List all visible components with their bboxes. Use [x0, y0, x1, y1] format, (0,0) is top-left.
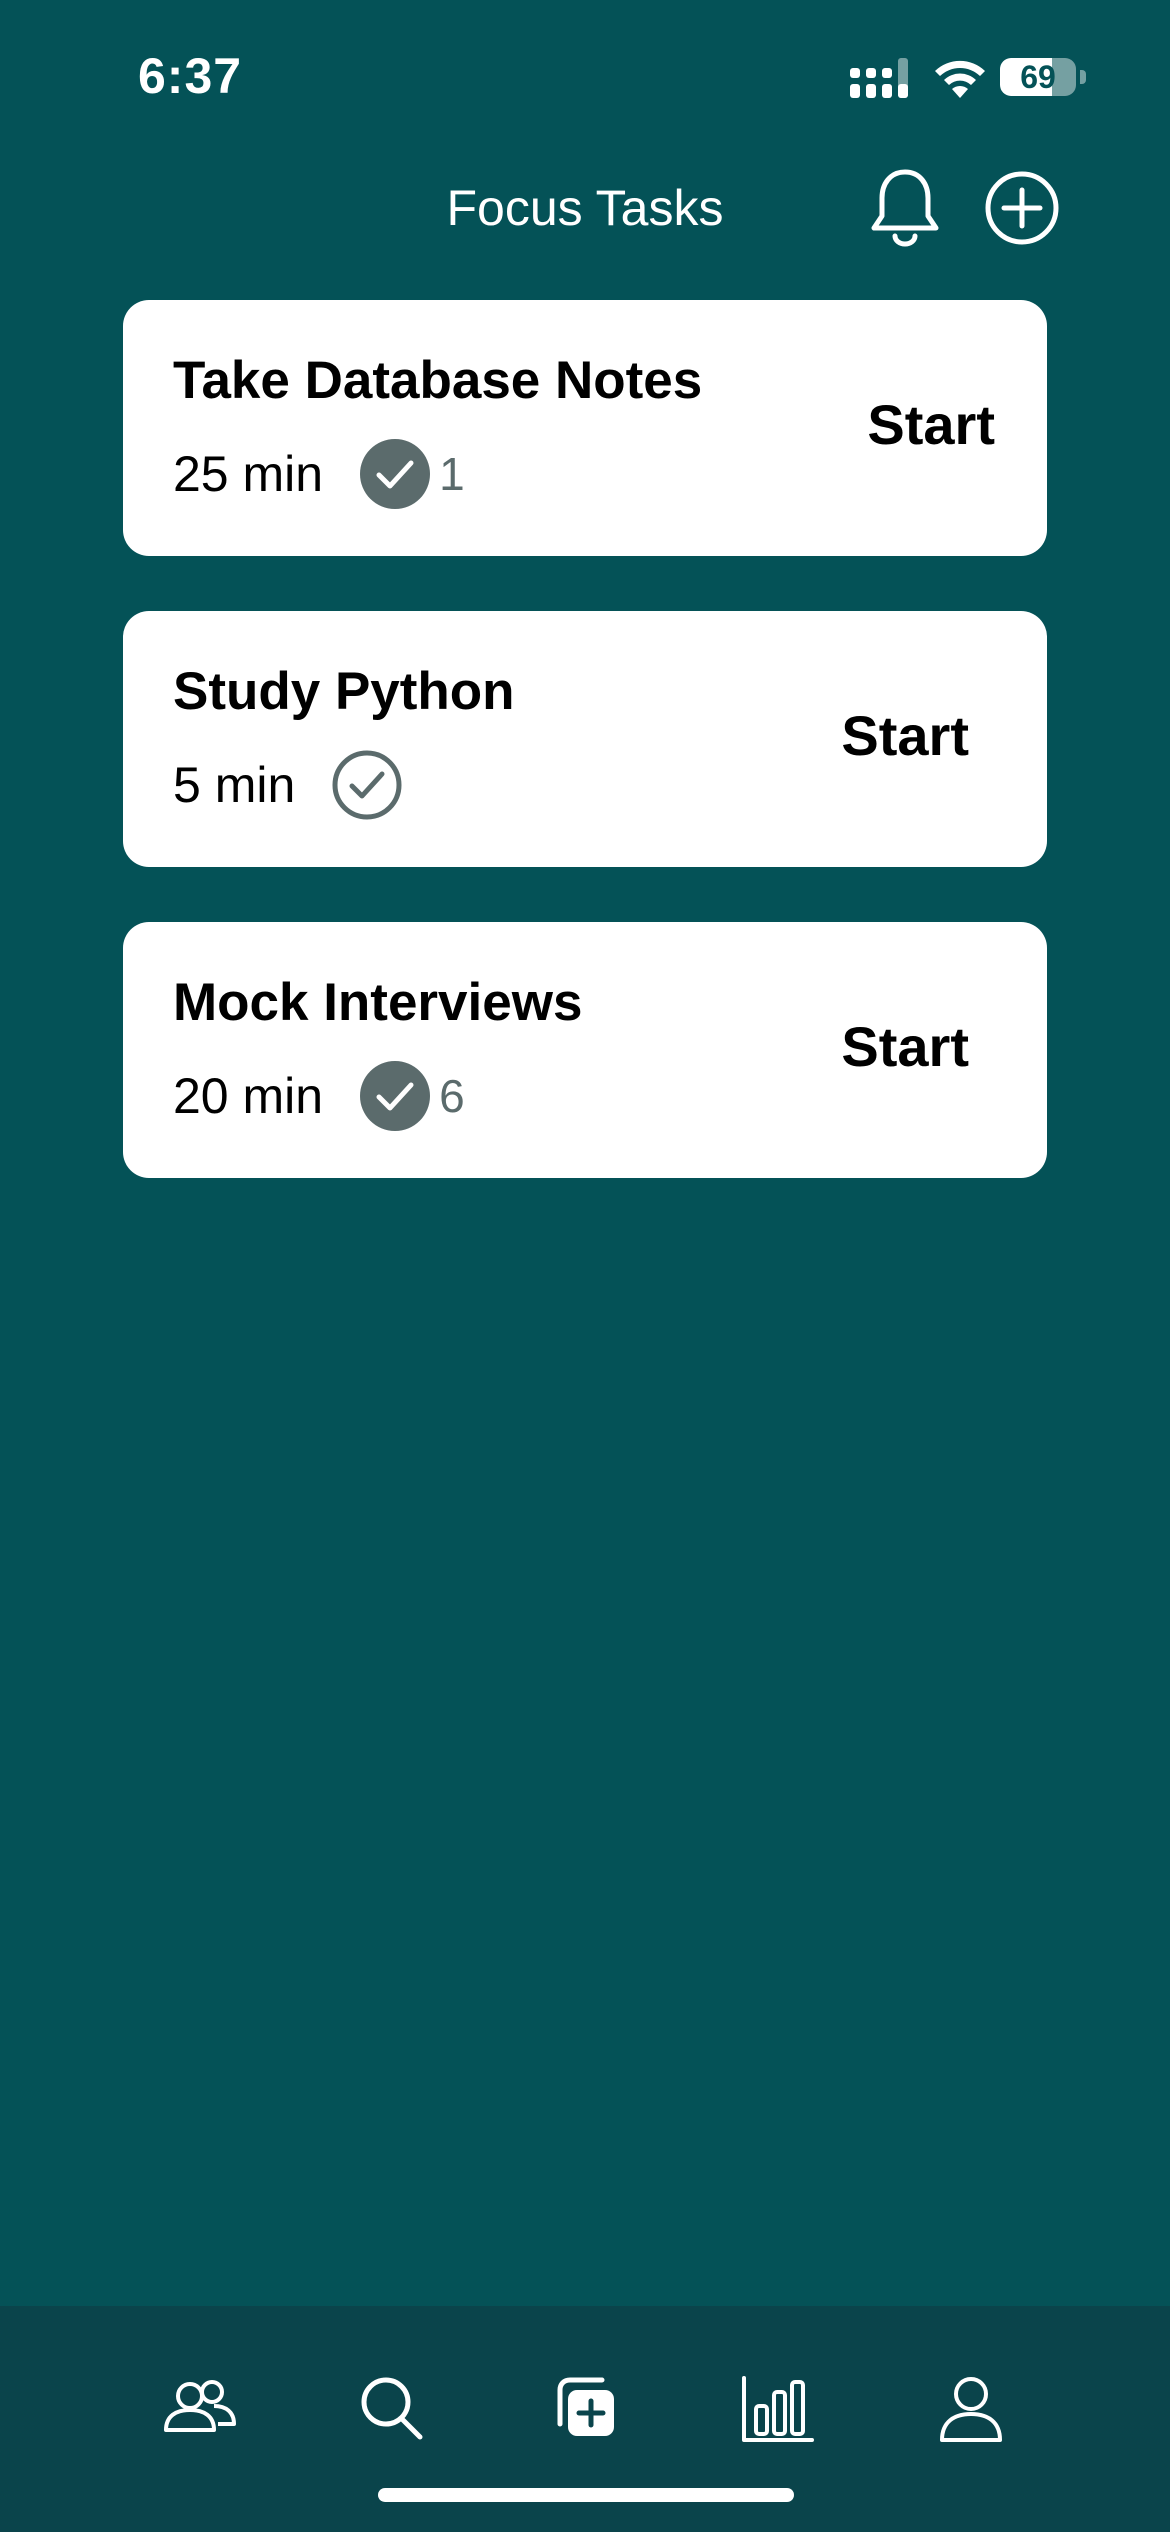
completed-count: 1	[439, 448, 465, 500]
bell-icon	[871, 169, 939, 247]
task-title: Mock Interviews	[173, 973, 583, 1032]
tab-search[interactable]	[346, 2364, 436, 2454]
start-button[interactable]: Start	[841, 701, 969, 771]
completed-count: 6	[439, 1070, 465, 1122]
check-filled-icon	[360, 1061, 431, 1131]
battery-icon: 69	[1000, 54, 1090, 100]
add-task-button[interactable]	[984, 170, 1060, 246]
notifications-button[interactable]	[868, 166, 942, 248]
status-time: 6:37	[138, 48, 243, 104]
cellular-signal-icon	[850, 58, 908, 98]
task-card[interactable]: Mock Interviews 20 min 6 Start	[123, 922, 1047, 1178]
battery-level: 69	[1020, 59, 1056, 95]
plus-circle-icon	[985, 171, 1059, 245]
task-duration: 20 min	[173, 1068, 324, 1124]
check-outline-icon	[332, 750, 402, 820]
completion-status: 1	[359, 438, 465, 510]
completion-status: 6	[359, 1060, 465, 1132]
tab-add-task[interactable]	[540, 2364, 630, 2454]
check-filled-icon	[360, 439, 431, 509]
tab-people[interactable]	[154, 2364, 244, 2454]
wifi-icon	[935, 60, 985, 98]
people-icon	[164, 2380, 236, 2432]
task-meta: 20 min 6	[173, 1060, 465, 1132]
task-title: Study Python	[173, 662, 515, 721]
tab-profile[interactable]	[926, 2364, 1016, 2454]
home-indicator[interactable]	[378, 2488, 794, 2502]
task-list: Take Database Notes 25 min 1 Start Study…	[123, 300, 1047, 1233]
completion-status	[331, 749, 411, 821]
task-title: Take Database Notes	[173, 351, 703, 410]
task-meta: 5 min	[173, 749, 411, 821]
profile-icon	[940, 2377, 1002, 2442]
start-button[interactable]: Start	[841, 1012, 969, 1082]
search-icon	[361, 2377, 423, 2440]
task-meta: 25 min 1	[173, 438, 465, 510]
header: Focus Tasks	[0, 160, 1170, 256]
start-button[interactable]: Start	[867, 390, 995, 460]
status-bar: 6:37 69	[0, 0, 1170, 150]
task-card[interactable]: Study Python 5 min Start	[123, 611, 1047, 867]
task-duration: 25 min	[173, 446, 324, 502]
tab-stats[interactable]	[732, 2364, 822, 2454]
add-task-icon	[557, 2377, 614, 2436]
task-card[interactable]: Take Database Notes 25 min 1 Start	[123, 300, 1047, 556]
task-duration: 5 min	[173, 757, 296, 813]
stats-icon	[742, 2376, 814, 2442]
